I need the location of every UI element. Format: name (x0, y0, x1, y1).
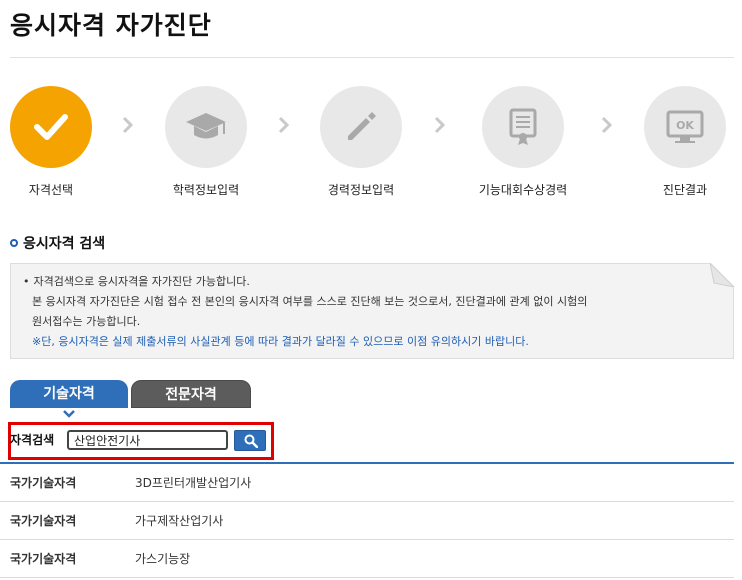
ok-badge-text: OK (676, 119, 694, 132)
step-label: 기능대회수상경력 (478, 183, 568, 197)
progress-steps: 자격선택 학력정보입력 경력정보입력 기능대회수상경력 OK 진단결과 (0, 86, 742, 206)
chevron-right-icon (122, 116, 134, 134)
certificate-icon (509, 108, 537, 145)
check-icon (34, 114, 68, 140)
chevron-down-icon (63, 410, 75, 418)
list-item[interactable]: 국가기술자격 가구제작산업기사 (0, 502, 734, 540)
notice-box: 자격검색으로 응시자격을 자가진단 가능합니다. 본 응시자격 자가진단은 시험… (10, 263, 734, 359)
results-list: 국가기술자격 3D프린터개발산업기사 국가기술자격 가구제작산업기사 국가기술자… (0, 464, 734, 578)
notice-warning: ※단, 응시자격은 실제 제출서류의 사실관계 등에 따라 결과가 달라질 수 … (32, 335, 529, 348)
chevron-right-icon (278, 116, 290, 134)
notice-line: 자격검색으로 응시자격을 자가진단 가능합니다. (23, 272, 721, 292)
monitor-ok-icon: OK (666, 110, 704, 143)
bullet-circle-icon (10, 239, 18, 247)
search-button[interactable] (234, 430, 266, 451)
step-label: 진단결과 (662, 183, 708, 197)
search-icon (244, 434, 258, 448)
search-label: 자격검색 (10, 433, 55, 447)
notice-line: 원서접수는 가능합니다. (32, 315, 141, 328)
page-fold-icon (710, 263, 734, 287)
step-education-info[interactable]: 학력정보입력 (136, 86, 276, 198)
step-label: 자격선택 (28, 183, 74, 197)
step-career-info[interactable]: 경력정보입력 (291, 86, 431, 198)
step-label: 경력정보입력 (327, 183, 395, 197)
result-name[interactable]: 가스기능장 (135, 550, 190, 567)
section-title: 응시자격 검색 (10, 233, 105, 253)
tab-professional-qualification[interactable]: 전문자격 (131, 380, 251, 408)
chevron-right-icon (434, 116, 446, 134)
step-competition-awards[interactable]: 기능대회수상경력 (453, 86, 593, 198)
step-diagnosis-result[interactable]: OK 진단결과 (615, 86, 742, 198)
result-category: 국가기술자격 (10, 552, 77, 566)
step-label: 학력정보입력 (172, 183, 240, 197)
step-select-qualification[interactable]: 자격선택 (0, 86, 121, 198)
page-title: 응시자격 자가진단 (10, 11, 212, 40)
list-item[interactable]: 국가기술자격 가스기능장 (0, 540, 734, 578)
title-divider (10, 57, 734, 58)
graduation-cap-icon (186, 113, 226, 139)
pencil-icon (348, 112, 376, 140)
notice-line: 본 응시자격 자가진단은 시험 접수 전 본인의 응시자격 여부를 스스로 진단… (32, 295, 588, 308)
chevron-right-icon (601, 116, 613, 134)
list-item[interactable]: 국가기술자격 3D프린터개발산업기사 (0, 464, 734, 502)
qualification-search-input[interactable] (67, 430, 228, 450)
result-name[interactable]: 3D프린터개발산업기사 (135, 474, 251, 491)
result-category: 국가기술자격 (10, 514, 77, 528)
tab-technical-qualification[interactable]: 기술자격 (10, 380, 128, 408)
result-name[interactable]: 가구제작산업기사 (135, 512, 223, 529)
result-category: 국가기술자격 (10, 476, 77, 490)
